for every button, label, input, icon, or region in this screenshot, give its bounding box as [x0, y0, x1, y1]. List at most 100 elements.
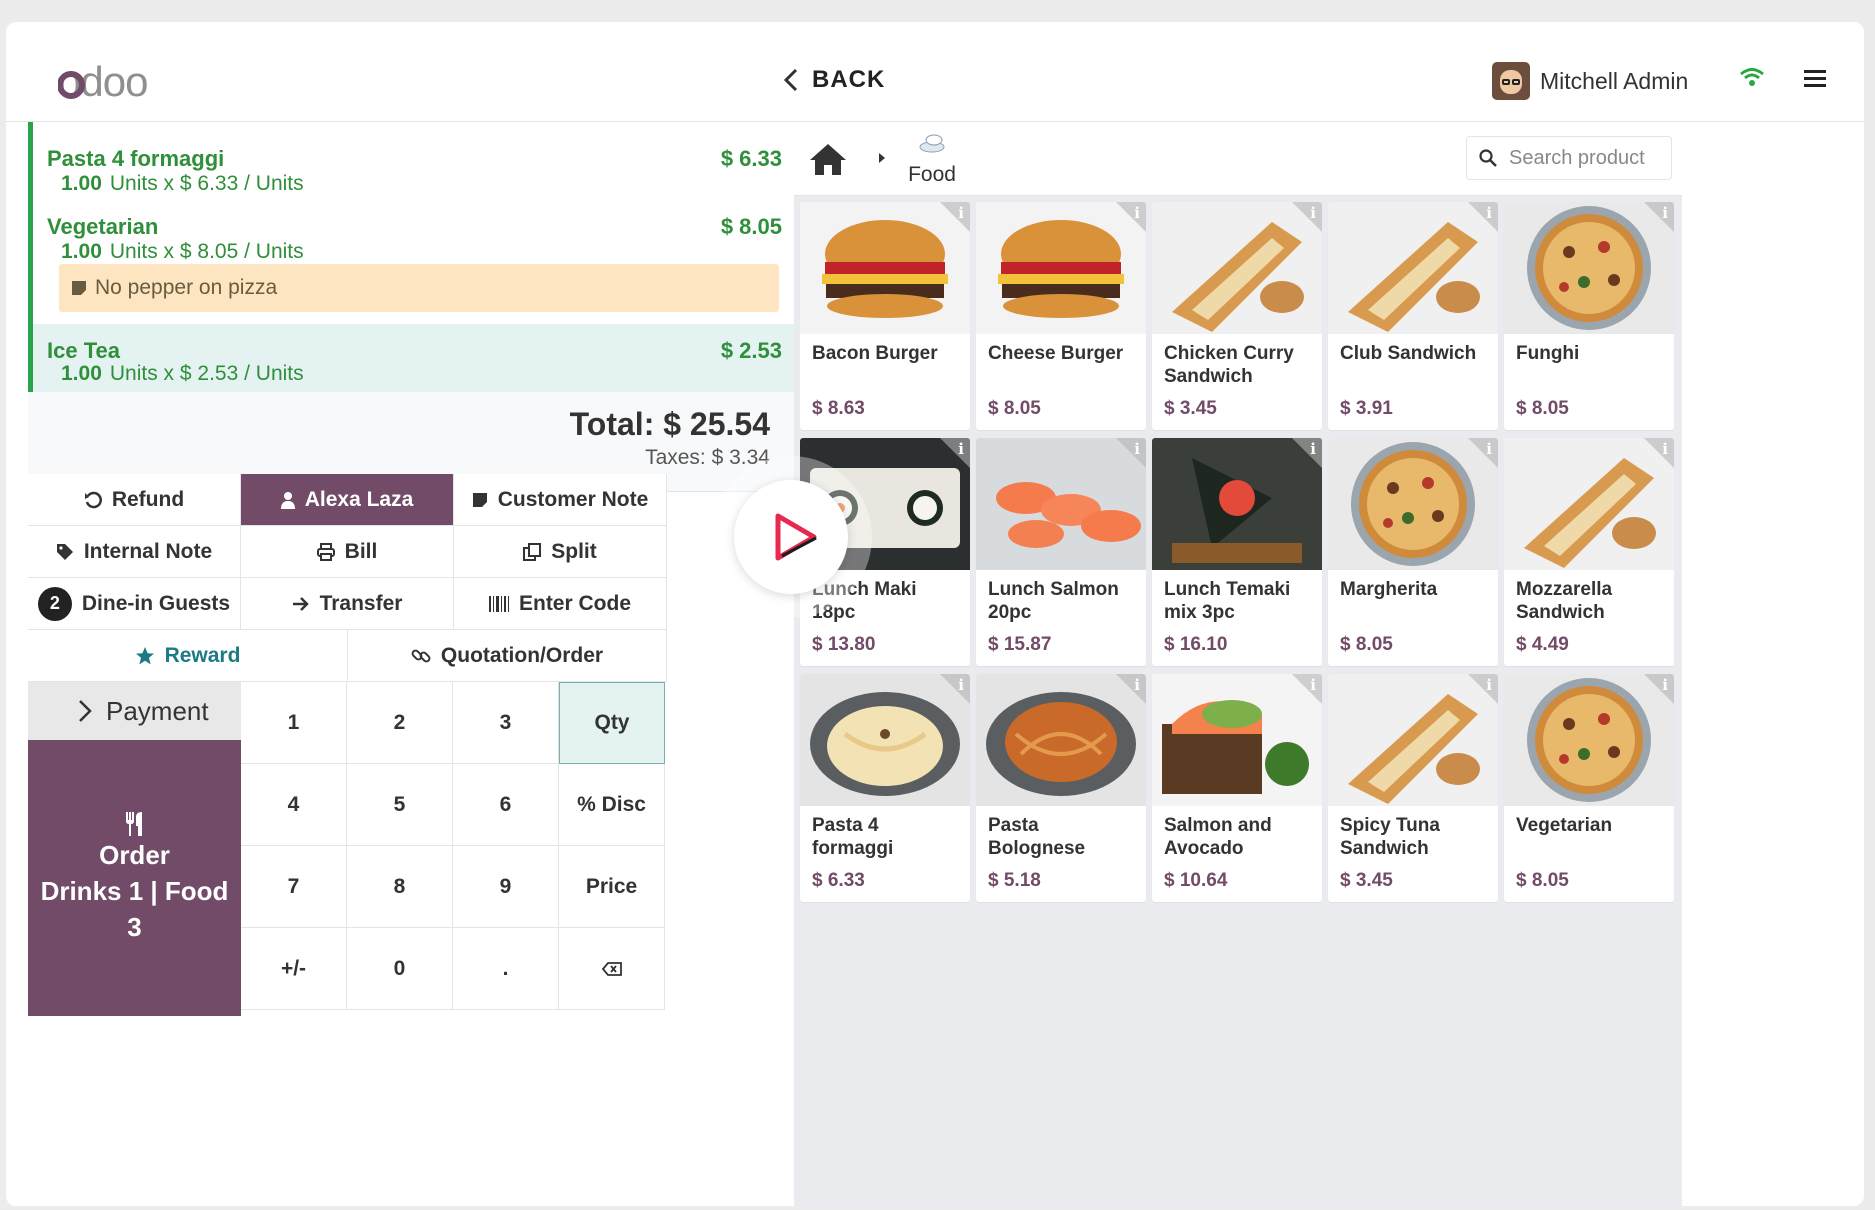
info-icon[interactable]: i: [1134, 676, 1140, 694]
category-food[interactable]: Food: [902, 132, 962, 187]
info-icon[interactable]: i: [1662, 676, 1668, 694]
refund-button[interactable]: Refund: [28, 474, 241, 526]
info-corner: [1468, 674, 1498, 704]
product-price: $ 4.49: [1516, 634, 1569, 655]
transfer-button[interactable]: Transfer: [241, 578, 454, 630]
numpad-disc-mode[interactable]: % Disc: [559, 764, 665, 846]
product-card[interactable]: i Pasta Bolognese $ 5.18: [976, 674, 1146, 902]
info-icon[interactable]: i: [1486, 204, 1492, 222]
product-name: Salmon and Avocado: [1164, 815, 1272, 859]
order-line[interactable]: Pasta 4 formaggi $ 6.33 1.00 Units x $ 6.…: [33, 146, 794, 196]
product-card[interactable]: i Cheese Burger $ 8.05: [976, 202, 1146, 430]
numpad-key-4[interactable]: 4: [241, 764, 347, 846]
numpad-key-7[interactable]: 7: [241, 846, 347, 928]
home-icon[interactable]: [808, 142, 848, 176]
info-icon[interactable]: i: [1486, 676, 1492, 694]
product-card[interactable]: i Lunch Temaki mix 3pc $ 16.10: [1152, 438, 1322, 666]
numpad-key-0[interactable]: 0: [347, 928, 453, 1010]
line-name: Ice Tea: [47, 338, 120, 363]
payment-button[interactable]: Payment: [28, 682, 241, 740]
product-panel: Food i Bacon Burger $ 8.63 i Cheese Burger $ …: [794, 122, 1682, 1206]
quotation-order-button[interactable]: Quotation/Order: [348, 630, 667, 682]
order-button[interactable]: Order Drinks 1 | Food 3: [28, 740, 241, 1016]
info-icon[interactable]: i: [1310, 676, 1316, 694]
line-detail: 1.00 Units x $ 6.33 / Units: [61, 172, 304, 196]
numpad-key-8[interactable]: 8: [347, 846, 453, 928]
chevron-left-icon: [784, 68, 798, 92]
product-card[interactable]: i Funghi $ 8.05: [1504, 202, 1674, 430]
product-card[interactable]: i Pasta 4 formaggi $ 6.33: [800, 674, 970, 902]
info-corner: [940, 202, 970, 232]
product-card[interactable]: i Spicy Tuna Sandwich $ 3.45: [1328, 674, 1498, 902]
reward-label: Reward: [164, 643, 241, 667]
order-label-line3: 3: [127, 912, 142, 942]
numpad-decimal[interactable]: .: [453, 928, 559, 1010]
utensils-icon: [125, 812, 142, 836]
transfer-label: Transfer: [319, 591, 403, 615]
guests-button[interactable]: 2 Dine-in Guests: [28, 578, 241, 630]
product-card[interactable]: i Lunch Salmon 20pc $ 15.87: [976, 438, 1146, 666]
note-icon: [72, 281, 86, 295]
product-price: $ 8.05: [988, 398, 1041, 419]
info-icon[interactable]: i: [958, 440, 964, 458]
info-corner: [1644, 438, 1674, 468]
numpad-backspace[interactable]: [559, 928, 665, 1010]
product-name: Lunch Salmon 20pc: [988, 579, 1119, 623]
bill-label: Bill: [344, 539, 378, 563]
play-button-circle: [734, 480, 848, 594]
info-icon[interactable]: i: [1662, 440, 1668, 458]
play-icon: [775, 513, 817, 561]
info-icon[interactable]: i: [1662, 204, 1668, 222]
internal-note-button[interactable]: Internal Note: [28, 526, 241, 578]
info-icon[interactable]: i: [958, 204, 964, 222]
enter-code-label: Enter Code: [518, 591, 631, 615]
product-name: Mozzarella Sandwich: [1516, 579, 1613, 623]
numpad-price-mode[interactable]: Price: [559, 846, 665, 928]
line-qty: 1.00: [61, 362, 102, 385]
info-icon[interactable]: i: [1134, 440, 1140, 458]
numpad-key-9[interactable]: 9: [453, 846, 559, 928]
product-price: $ 13.80: [812, 634, 876, 655]
info-corner: [1116, 674, 1146, 704]
pos-window: odoo BACK Mitchell Admin Pasta 4 formagg…: [6, 22, 1864, 1206]
line-price: $ 6.33: [720, 146, 782, 171]
info-icon[interactable]: i: [1486, 440, 1492, 458]
play-video-button[interactable]: [710, 456, 872, 618]
product-price: $ 3.45: [1340, 870, 1393, 891]
numpad-key-3[interactable]: 3: [453, 682, 559, 764]
search-input[interactable]: [1509, 146, 1659, 170]
numpad-qty-mode[interactable]: Qty: [559, 682, 665, 764]
user-menu[interactable]: Mitchell Admin: [1492, 62, 1688, 100]
numpad-key-6[interactable]: 6: [453, 764, 559, 846]
customer-note-button[interactable]: Customer Note: [454, 474, 667, 526]
reward-button[interactable]: Reward: [28, 630, 348, 682]
info-icon[interactable]: i: [1134, 204, 1140, 222]
back-button[interactable]: BACK: [784, 66, 885, 94]
product-card[interactable]: i Bacon Burger $ 8.63: [800, 202, 970, 430]
customer-button[interactable]: Alexa Laza: [241, 474, 454, 526]
split-button[interactable]: Split: [454, 526, 667, 578]
product-name: Chicken Curry Sandwich: [1164, 343, 1294, 387]
order-line-selected[interactable]: Ice Tea $ 2.53 1.00 Units x $ 2.53 / Unit…: [33, 324, 794, 392]
bill-button[interactable]: Bill: [241, 526, 454, 578]
product-card[interactable]: i Chicken Curry Sandwich $ 3.45: [1152, 202, 1322, 430]
product-card[interactable]: i Vegetarian $ 8.05: [1504, 674, 1674, 902]
product-card[interactable]: i Margherita $ 8.05: [1328, 438, 1498, 666]
menu-icon[interactable]: [1804, 68, 1826, 88]
product-price: $ 8.05: [1516, 398, 1569, 419]
product-card[interactable]: i Club Sandwich $ 3.91: [1328, 202, 1498, 430]
info-icon[interactable]: i: [1310, 204, 1316, 222]
product-name: Spicy Tuna Sandwich: [1340, 815, 1440, 859]
product-name: Lunch Temaki mix 3pc: [1164, 579, 1291, 623]
product-card[interactable]: i Salmon and Avocado $ 10.64: [1152, 674, 1322, 902]
search-box[interactable]: [1466, 136, 1672, 180]
numpad-plus-minus[interactable]: +/-: [241, 928, 347, 1010]
numpad-key-5[interactable]: 5: [347, 764, 453, 846]
info-icon[interactable]: i: [1310, 440, 1316, 458]
numpad-key-2[interactable]: 2: [347, 682, 453, 764]
info-icon[interactable]: i: [958, 676, 964, 694]
product-card[interactable]: i Mozzarella Sandwich $ 4.49: [1504, 438, 1674, 666]
product-name: Vegetarian: [1516, 815, 1613, 836]
numpad-key-1[interactable]: 1: [241, 682, 347, 764]
enter-code-button[interactable]: Enter Code: [454, 578, 667, 630]
